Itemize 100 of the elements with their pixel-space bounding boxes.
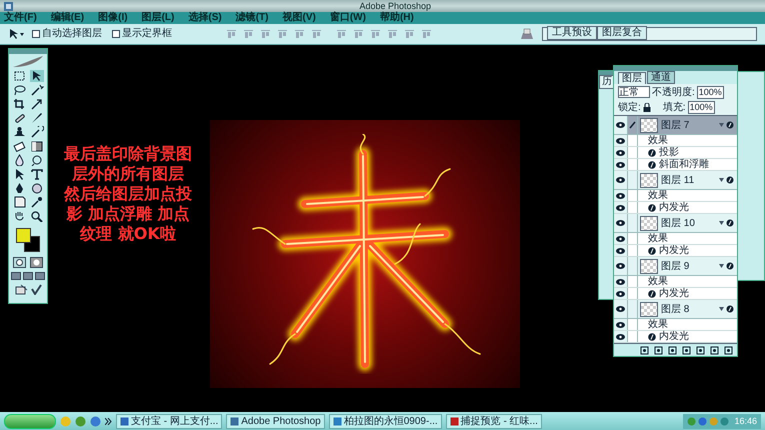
lock-icon[interactable] (642, 103, 651, 112)
app-icon (4, 2, 13, 10)
history-brush-tool-icon[interactable] (30, 126, 44, 138)
align-center-icon (294, 29, 305, 39)
taskbar-button[interactable]: 支付宝 - 网上支付... (116, 414, 222, 428)
palette-tab[interactable]: 工具预设 (547, 26, 597, 40)
eyedropper-tool-icon[interactable] (30, 196, 44, 208)
layer-row[interactable]: 图层 8 (614, 300, 737, 319)
taskbar-button[interactable]: 柏拉图的永恒0909-... (328, 414, 442, 428)
effects-icon (719, 219, 735, 227)
eye-icon[interactable] (616, 122, 625, 128)
slice-tool-icon[interactable] (30, 98, 44, 110)
chevron-icon[interactable] (105, 418, 112, 424)
stamp-tool-icon[interactable] (12, 126, 26, 138)
move-tool-icon[interactable] (30, 70, 44, 82)
blend-mode-dropdown[interactable]: 正常 (618, 86, 650, 98)
layer-thumbnail (640, 118, 658, 132)
layer-row[interactable]: 图层 10 (614, 214, 737, 233)
menu-item[interactable]: 编辑(E) (50, 12, 84, 24)
lock-label: 锁定: (618, 102, 641, 113)
checkbox[interactable] (112, 30, 120, 38)
window-icon (120, 416, 129, 426)
eye-icon[interactable] (616, 322, 625, 328)
distribute-middle-icon (353, 29, 364, 39)
menu-item[interactable]: 窗口(W) (330, 12, 366, 24)
panel-tab[interactable]: 通道 (647, 71, 675, 84)
eye-icon[interactable] (616, 306, 625, 312)
eye-icon[interactable] (616, 248, 625, 254)
menu-item[interactable]: 视图(V) (282, 12, 316, 24)
distribute-center-icon (404, 29, 415, 39)
menu-item[interactable]: 文件(F) (4, 12, 37, 24)
eye-icon[interactable] (616, 236, 625, 242)
layer-name: 图层 8 (661, 304, 690, 314)
menu-item[interactable]: 滤镜(T) (236, 12, 268, 24)
menu-item[interactable]: 帮助(H) (380, 12, 414, 24)
palette-tab[interactable]: 图层复合 (597, 26, 647, 40)
feather-icon (11, 55, 45, 69)
ellipse-tool-icon[interactable] (30, 182, 44, 194)
full-screen-menu-icon[interactable] (23, 272, 33, 280)
layer-row[interactable]: 图层 7 (614, 116, 737, 135)
checkbox-label: 显示定界框 (122, 28, 172, 40)
checkmark-icon[interactable] (30, 284, 42, 295)
taskbar-button[interactable]: Adobe Photoshop (226, 414, 325, 428)
start-button[interactable] (4, 414, 56, 428)
palette-well-icon[interactable] (520, 28, 534, 40)
taskbar-button[interactable]: 捕捉预览 - 红味... (446, 414, 542, 428)
eye-icon[interactable] (616, 334, 625, 340)
jump-to-icon[interactable] (14, 284, 28, 295)
layer-row[interactable]: 图层 9 (614, 257, 737, 276)
eye-icon[interactable] (616, 204, 625, 210)
eye-icon[interactable] (616, 220, 625, 226)
effects-icon (719, 176, 735, 184)
marquee-tool-icon[interactable] (12, 70, 26, 82)
distribute-right-icon (421, 29, 432, 39)
align-left-icon (277, 29, 288, 39)
eye-icon[interactable] (616, 138, 625, 144)
opacity-field[interactable]: 100% (696, 86, 724, 98)
dodge-tool-icon[interactable] (30, 154, 44, 166)
magic-wand-tool-icon[interactable] (30, 84, 44, 96)
eye-icon[interactable] (616, 162, 625, 168)
distribute-left-icon (387, 29, 398, 39)
standard-screen-icon[interactable] (11, 272, 21, 280)
eye-icon[interactable] (616, 150, 625, 156)
panel-tab[interactable]: 图层 (618, 72, 646, 84)
effects-label: 效果 (648, 135, 668, 146)
effects-label: 效果 (648, 233, 668, 244)
layer-thumbnail (640, 216, 658, 230)
notes-tool-icon[interactable] (12, 196, 26, 208)
quick-mask-icon[interactable] (30, 257, 43, 268)
eye-icon[interactable] (616, 177, 625, 183)
eraser-tool-icon[interactable] (12, 140, 26, 152)
type-tool-icon[interactable] (30, 168, 44, 180)
effect-name: 内发光 (659, 288, 689, 299)
lasso-tool-icon[interactable] (12, 84, 26, 96)
fill-field[interactable]: 100% (688, 101, 715, 114)
eye-icon[interactable] (616, 192, 625, 198)
blur-tool-icon[interactable] (12, 154, 26, 166)
layer-name: 图层 7 (661, 120, 690, 130)
zoom-tool-icon[interactable] (30, 210, 44, 222)
move-tool-icon[interactable] (8, 28, 24, 40)
effect-name: 内发光 (659, 331, 689, 342)
hand-tool-icon[interactable] (12, 210, 26, 222)
menu-item[interactable]: 选择(S) (188, 12, 222, 24)
menu-item[interactable]: 图层(L) (142, 12, 174, 24)
checkbox[interactable] (32, 30, 40, 38)
menu-item[interactable]: 图像(I) (98, 12, 128, 24)
color-swatches-icon[interactable] (15, 227, 41, 253)
standard-mode-icon[interactable] (13, 257, 26, 268)
toolbox-title-bar (9, 49, 47, 54)
brush-tool-icon[interactable] (30, 112, 44, 124)
crop-tool-icon[interactable] (12, 98, 26, 110)
full-screen-icon[interactable] (35, 272, 45, 280)
layer-name: 图层 9 (661, 260, 690, 272)
eye-icon[interactable] (616, 278, 625, 284)
eye-icon[interactable] (616, 263, 625, 269)
gradient-tool-icon[interactable] (30, 140, 44, 152)
layer-row[interactable]: 图层 11 (614, 171, 737, 190)
eye-icon[interactable] (616, 290, 625, 296)
clock: 16:46 (734, 416, 757, 426)
effect-name: 投影 (659, 147, 679, 158)
